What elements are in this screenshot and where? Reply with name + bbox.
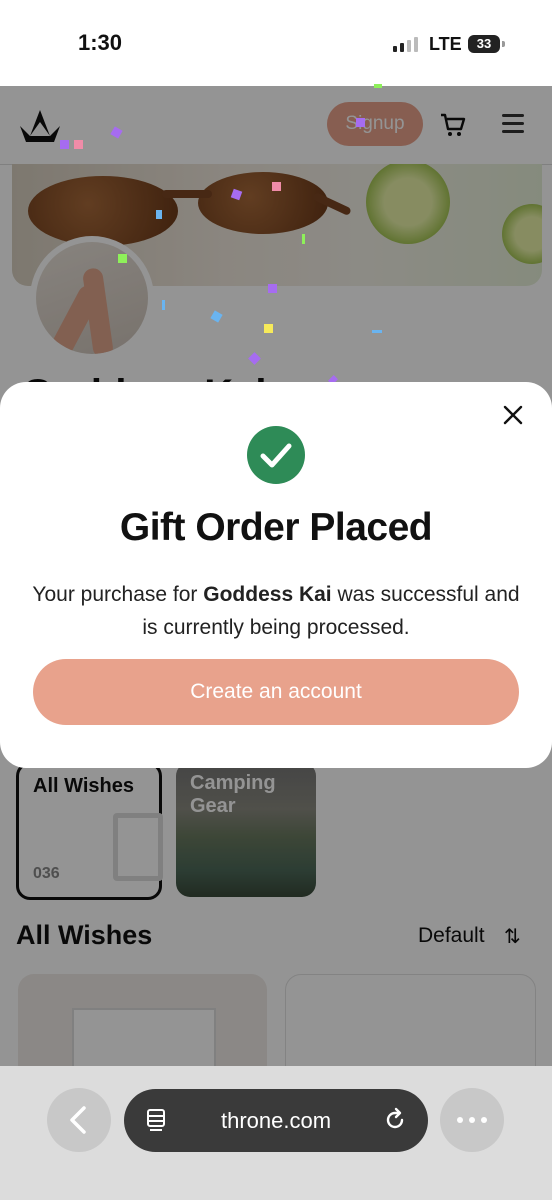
battery-icon: 33: [468, 35, 505, 53]
recipient-name: Goddess Kai: [203, 583, 332, 606]
back-button[interactable]: [47, 1088, 111, 1152]
modal-title: Gift Order Placed: [119, 506, 433, 549]
status-time: 1:30: [78, 30, 123, 55]
message-prefix: Your purchase for: [32, 583, 204, 606]
close-icon[interactable]: [500, 402, 526, 428]
ellipsis-icon: [457, 1117, 487, 1123]
modal-message: Your purchase for Goddess Kai was succes…: [30, 578, 522, 644]
more-options-button[interactable]: [440, 1088, 504, 1152]
status-bar: 1:30 LTE 33: [0, 0, 552, 86]
reload-icon[interactable]: [383, 1106, 407, 1132]
chevron-left-icon: [70, 1106, 86, 1134]
signal-icon: [393, 37, 418, 52]
check-circle-icon: [247, 426, 305, 484]
create-account-button[interactable]: Create an account: [33, 659, 519, 725]
network-type: LTE: [429, 34, 462, 54]
